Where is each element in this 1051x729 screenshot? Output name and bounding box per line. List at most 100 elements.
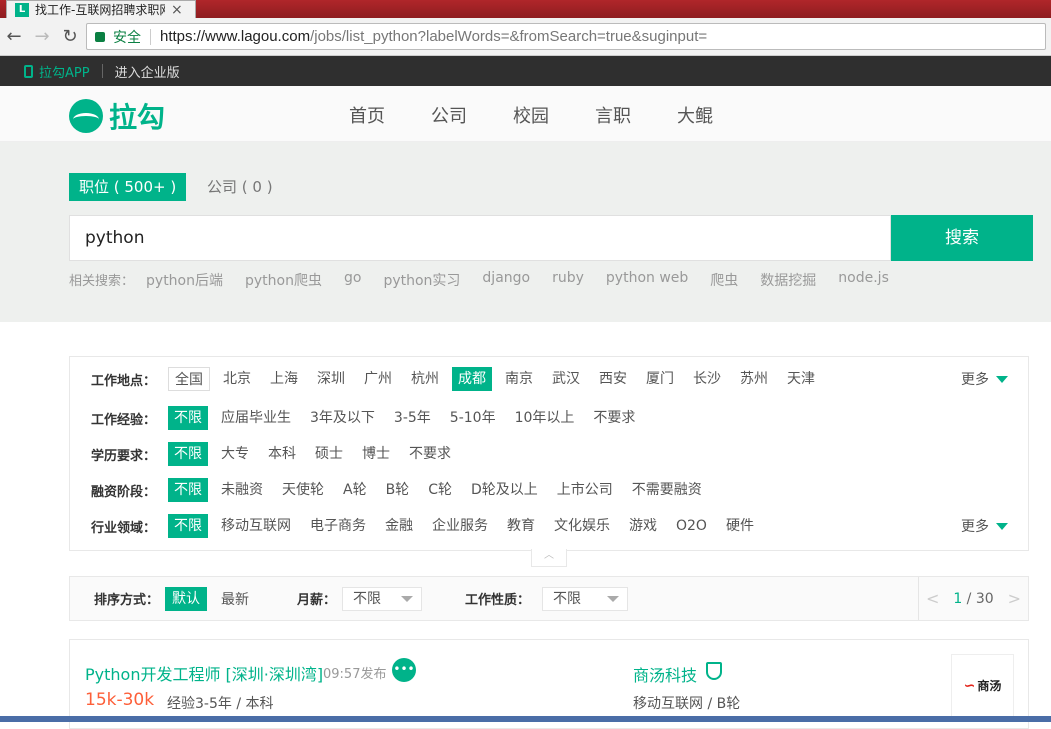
related-keyword[interactable]: ruby <box>552 270 584 290</box>
related-keyword[interactable]: node.js <box>838 270 889 290</box>
chat-icon[interactable]: ••• <box>392 658 416 682</box>
city-option[interactable]: 上海 <box>264 367 304 391</box>
industry-option[interactable]: 移动互联网 <box>215 514 297 538</box>
city-option[interactable]: 厦门 <box>640 367 680 391</box>
funding-option[interactable]: 天使轮 <box>276 478 330 502</box>
enterprise-link[interactable]: 进入企业版 <box>115 62 180 81</box>
nav-company[interactable]: 公司 <box>431 102 467 128</box>
tab-companies[interactable]: 公司 ( 0 ) <box>207 173 273 201</box>
lock-icon <box>95 31 105 42</box>
city-option[interactable]: 天津 <box>781 367 821 391</box>
city-option[interactable]: 深圳 <box>311 367 351 391</box>
city-option-selected[interactable]: 成都 <box>452 367 492 391</box>
company-name-link[interactable]: 商汤科技 <box>633 662 697 686</box>
filter-label: 行业领域： <box>90 520 156 536</box>
city-option[interactable]: 广州 <box>358 367 398 391</box>
funding-option[interactable]: B轮 <box>380 478 416 502</box>
filter-experience: 工作经验： 不限 应届毕业生 3年及以下 3-5年 5-10年 10年以上 不要… <box>70 405 1028 431</box>
industry-option[interactable]: 电子商务 <box>304 514 372 538</box>
page-current: 1 <box>953 590 963 607</box>
nav-yanzhi[interactable]: 言职 <box>595 102 631 128</box>
experience-option-selected[interactable]: 不限 <box>168 406 208 430</box>
city-option[interactable]: 武汉 <box>546 367 586 391</box>
collapse-filters-button[interactable]: ︿ <box>531 549 567 567</box>
browser-tab[interactable]: L 找工作-互联网招聘求职网 × <box>6 0 196 18</box>
filter-industry: 行业领域： 不限 移动互联网 电子商务 金融 企业服务 教育 文化娱乐 游戏 O… <box>70 513 1028 539</box>
close-tab-icon[interactable]: × <box>171 2 183 18</box>
sort-newest-button[interactable]: 最新 <box>221 589 249 609</box>
back-icon[interactable]: ← <box>0 26 28 47</box>
related-keyword[interactable]: django <box>482 270 530 290</box>
app-link[interactable]: 拉勾APP <box>24 62 90 81</box>
education-option[interactable]: 博士 <box>356 442 396 466</box>
site-logo[interactable]: 拉勾 <box>69 96 165 136</box>
search-area: 职位 ( 500+ ) 公司 ( 0 ) python 搜索 相关搜索： pyt… <box>0 142 1051 322</box>
experience-option[interactable]: 10年以上 <box>509 406 581 430</box>
nature-dropdown[interactable]: 不限 <box>542 586 629 611</box>
industry-option[interactable]: O2O <box>670 514 713 538</box>
city-option[interactable]: 全国 <box>168 367 210 391</box>
salary-dropdown[interactable]: 不限 <box>342 586 423 611</box>
reload-icon[interactable]: ↻ <box>56 26 84 47</box>
related-keyword[interactable]: python实习 <box>383 270 460 290</box>
sort-default-button[interactable]: 默认 <box>165 586 208 611</box>
salary-label: 月薪： <box>297 593 337 608</box>
related-keyword[interactable]: python web <box>606 270 688 290</box>
education-option[interactable]: 不要求 <box>403 442 457 466</box>
filter-label: 融资阶段： <box>90 484 156 500</box>
logo-icon <box>69 99 103 133</box>
site-header: 拉勾 首页 公司 校园 言职 大鲲 <box>0 86 1051 142</box>
city-option[interactable]: 杭州 <box>405 367 445 391</box>
experience-option[interactable]: 3-5年 <box>388 406 437 430</box>
education-option[interactable]: 大专 <box>215 442 255 466</box>
nav-home[interactable]: 首页 <box>349 102 385 128</box>
more-industries-button[interactable]: 更多 <box>961 516 1008 536</box>
industry-option[interactable]: 教育 <box>501 514 541 538</box>
browser-tabbar: L 找工作-互联网招聘求职网 × <box>0 0 1051 18</box>
funding-option[interactable]: 不需要融资 <box>626 478 708 502</box>
nav-dakun[interactable]: 大鲲 <box>677 102 713 128</box>
education-option[interactable]: 硕士 <box>309 442 349 466</box>
funding-option[interactable]: 未融资 <box>215 478 269 502</box>
city-option[interactable]: 南京 <box>499 367 539 391</box>
next-page-icon[interactable]: > <box>1008 589 1021 608</box>
related-keyword[interactable]: 数据挖掘 <box>760 270 816 290</box>
industry-option[interactable]: 文化娱乐 <box>548 514 616 538</box>
search-button[interactable]: 搜索 <box>891 215 1033 261</box>
related-keyword[interactable]: python后端 <box>146 270 223 290</box>
related-keyword[interactable]: python爬虫 <box>245 270 322 290</box>
education-option-selected[interactable]: 不限 <box>168 442 208 466</box>
related-keyword[interactable]: 爬虫 <box>710 270 738 290</box>
experience-option[interactable]: 5-10年 <box>444 406 502 430</box>
prev-page-icon[interactable]: < <box>926 589 939 608</box>
funding-option[interactable]: C轮 <box>422 478 458 502</box>
industry-option[interactable]: 企业服务 <box>426 514 494 538</box>
funding-option-selected[interactable]: 不限 <box>168 478 208 502</box>
experience-option[interactable]: 不要求 <box>587 406 641 430</box>
industry-option[interactable]: 游戏 <box>623 514 663 538</box>
industry-option[interactable]: 硬件 <box>720 514 760 538</box>
experience-option[interactable]: 应届毕业生 <box>215 406 297 430</box>
funding-option[interactable]: A轮 <box>337 478 373 502</box>
city-option[interactable]: 北京 <box>217 367 257 391</box>
related-keyword[interactable]: go <box>344 270 361 290</box>
tab-jobs[interactable]: 职位 ( 500+ ) <box>69 173 187 201</box>
address-bar[interactable]: 安全 https://www.lagou.com/jobs/list_pytho… <box>86 23 1046 50</box>
city-option[interactable]: 长沙 <box>687 367 727 391</box>
city-option[interactable]: 西安 <box>593 367 633 391</box>
caret-down-icon <box>607 595 620 602</box>
funding-option[interactable]: D轮及以上 <box>465 478 544 502</box>
forward-icon[interactable]: → <box>28 26 56 47</box>
industry-option[interactable]: 金融 <box>379 514 419 538</box>
industry-option-selected[interactable]: 不限 <box>168 514 208 538</box>
city-option[interactable]: 苏州 <box>734 367 774 391</box>
company-logo[interactable]: ∽ 商汤 <box>951 654 1014 717</box>
job-title-link[interactable]: Python开发工程师 [深圳·深圳湾] <box>85 661 323 685</box>
more-cities-button[interactable]: 更多 <box>961 369 1008 389</box>
experience-option[interactable]: 3年及以下 <box>304 406 381 430</box>
search-input[interactable]: python <box>69 215 891 261</box>
education-option[interactable]: 本科 <box>262 442 302 466</box>
funding-option[interactable]: 上市公司 <box>551 478 619 502</box>
nav-campus[interactable]: 校园 <box>513 102 549 128</box>
more-label: 更多 <box>961 372 989 388</box>
